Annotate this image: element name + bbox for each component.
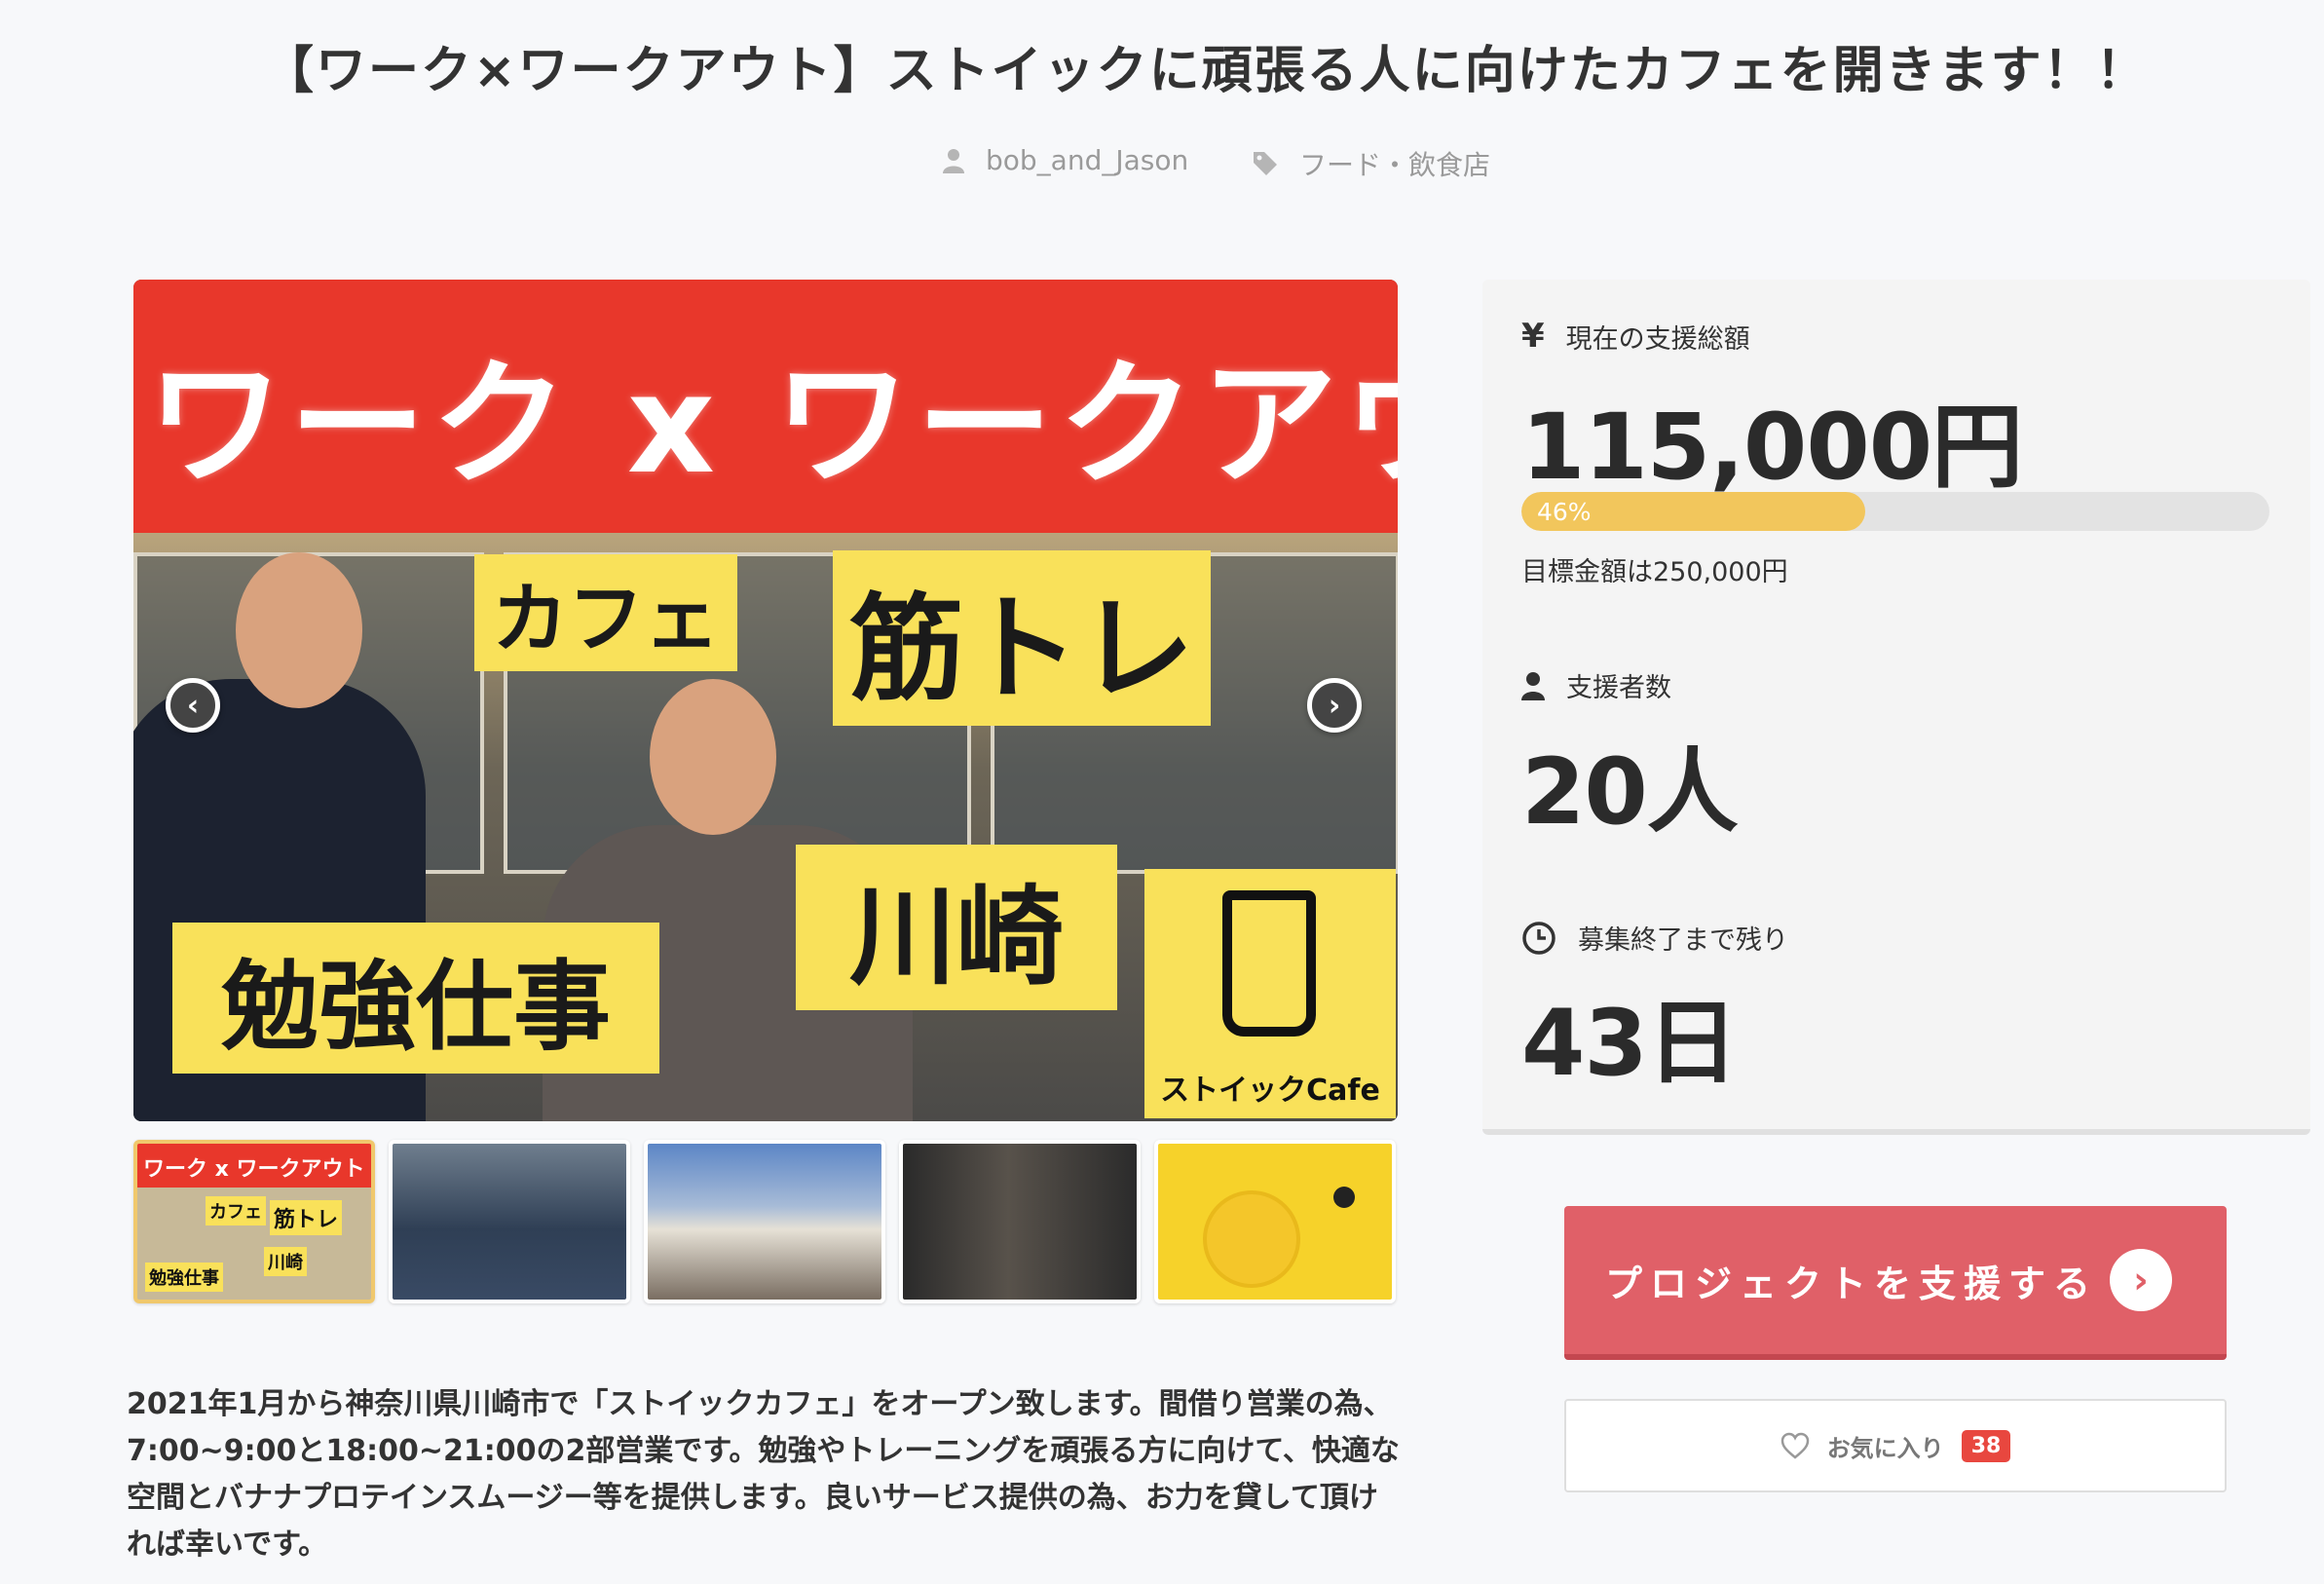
- funding-stats-panel: ¥ 現在の支援総額 115,000円 46% 目標金額は250,000円 支援者…: [1482, 280, 2310, 1135]
- remaining-days: 43日: [1521, 991, 1739, 1097]
- thumbnail-1-kawasaki: 川崎: [264, 1247, 307, 1276]
- goal-amount: 目標金額は250,000円: [1521, 557, 1788, 587]
- tag-icon: [1254, 152, 1277, 175]
- thumbnail-2[interactable]: [389, 1140, 630, 1303]
- main-image-slider[interactable]: ワーク x ワークアウト カフェ 筋トレ 川崎 勉強仕事 ストイックCafe: [133, 280, 1398, 1121]
- backers-count: 20人: [1521, 739, 1739, 846]
- backers-label-row: 支援者数: [1521, 666, 1671, 704]
- smoothie-cup-icon: [1222, 890, 1316, 1037]
- cafe-logo: ストイックCafe: [1144, 869, 1396, 1118]
- chevron-right-icon: ›: [2110, 1249, 2172, 1311]
- thumbnail-1[interactable]: ワーク x ワークアウト カフェ 筋トレ 川崎 勉強仕事: [133, 1140, 375, 1303]
- favorite-label: お気に入り: [1826, 1434, 1944, 1462]
- thumbnail-1-cafe: カフェ: [206, 1196, 266, 1226]
- funding-progress-bar: 46%: [1521, 492, 2269, 531]
- hero-banner-text: ワーク x ワークアウト: [147, 346, 1398, 505]
- thumbnail-5[interactable]: [1154, 1140, 1396, 1303]
- chevron-left-icon: ‹: [186, 688, 200, 723]
- hero-banner: ワーク x ワークアウト: [133, 280, 1398, 533]
- author-link[interactable]: bob_and_Jason: [943, 144, 1188, 176]
- favorite-count-badge: 38: [1961, 1429, 2011, 1462]
- person-right-face: [650, 679, 776, 835]
- person-left-face: [236, 552, 362, 708]
- thumbnail-strip: ワーク x ワークアウト カフェ 筋トレ 川崎 勉強仕事: [133, 1140, 1398, 1303]
- remaining-label: 募集終了まで残り: [1578, 925, 1788, 956]
- hero-tag-kawasaki: 川崎: [796, 845, 1117, 1010]
- remaining-label-row: 募集終了まで残り: [1521, 919, 1788, 957]
- thumbnail-3[interactable]: [644, 1140, 885, 1303]
- thumbnail-4[interactable]: [899, 1140, 1141, 1303]
- backers-label: 支援者数: [1566, 673, 1671, 703]
- yen-icon: ¥: [1521, 317, 1545, 356]
- category-link[interactable]: フード・飲食店: [1253, 144, 1490, 183]
- funding-label-row: ¥ 現在の支援総額: [1521, 317, 1750, 356]
- funding-amount: 115,000円: [1521, 395, 2023, 501]
- hero-tag-cafe: カフェ: [474, 554, 737, 671]
- thumbnail-1-title: ワーク x ワークアウト: [143, 1157, 365, 1182]
- category-name: フード・飲食店: [1299, 149, 1491, 181]
- banana-plate-icon: [1203, 1190, 1300, 1288]
- support-project-label: プロジェクトを支援する: [1605, 1262, 2099, 1305]
- project-summary: 2021年1月から神奈川県川崎市で「ストイックカフェ」をオープン致します。間借り…: [127, 1387, 1400, 1562]
- hero-tag-training: 筋トレ: [833, 550, 1211, 726]
- thumbnail-1-training: 筋トレ: [270, 1200, 343, 1235]
- chevron-right-icon: ›: [1328, 688, 1341, 723]
- cafe-logo-text: ストイックCafe: [1160, 1074, 1380, 1108]
- dot-decoration: [1333, 1187, 1355, 1208]
- funding-progress-fill: 46%: [1521, 492, 1866, 531]
- author-name: bob_and_Jason: [986, 144, 1189, 176]
- hero-tag-study: 勉強仕事: [172, 923, 659, 1074]
- clock-icon: [1522, 921, 1556, 955]
- support-project-button[interactable]: プロジェクトを支援する ›: [1564, 1206, 2227, 1360]
- user-icon: [943, 148, 964, 173]
- slider-next-button[interactable]: ›: [1307, 678, 1362, 733]
- funding-progress-label: 46%: [1537, 497, 1592, 526]
- slider-prev-button[interactable]: ‹: [166, 678, 220, 733]
- heart-icon: [1780, 1432, 1809, 1459]
- thumbnail-1-study: 勉強仕事: [145, 1263, 223, 1292]
- funding-label: 現在の支援総額: [1565, 323, 1750, 355]
- user-icon: [1521, 671, 1545, 700]
- project-title: 【ワーク×ワークアウト】ストイックに頑張る人に向けたカフェを開きます！！: [263, 42, 2149, 100]
- favorite-button[interactable]: お気に入り 38: [1564, 1399, 2227, 1492]
